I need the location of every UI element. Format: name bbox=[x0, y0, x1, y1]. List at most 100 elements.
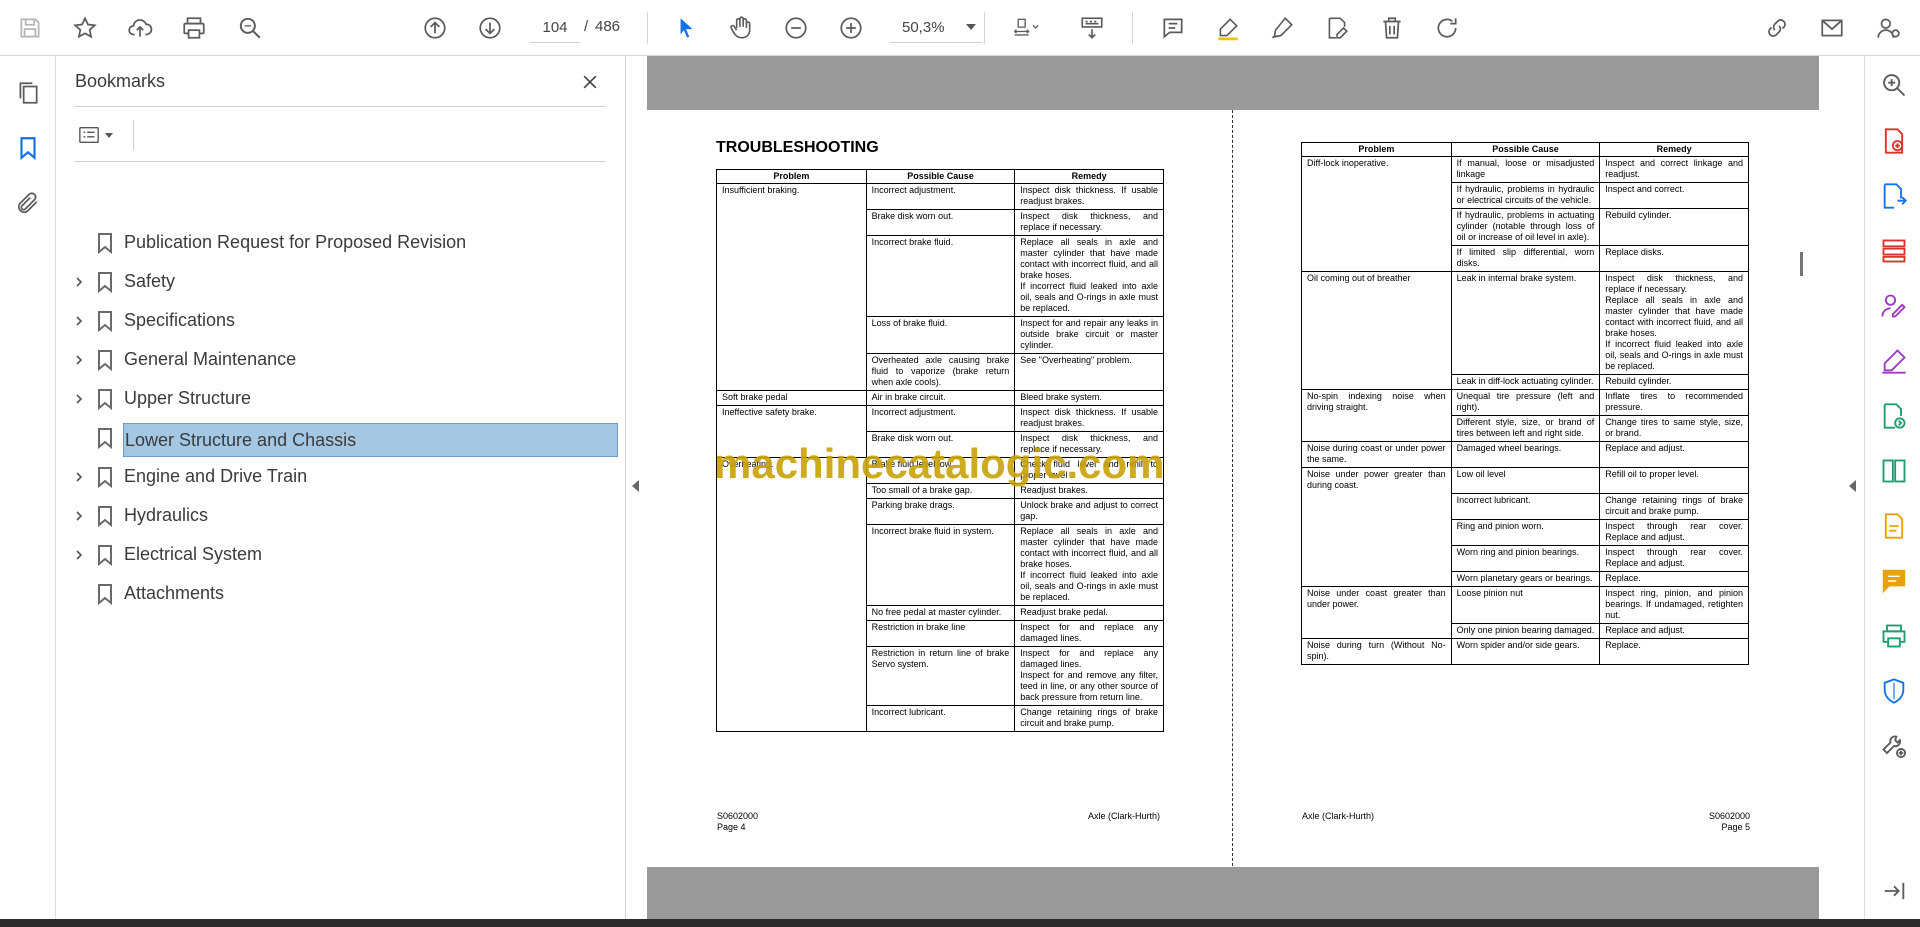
scrollbar-thumb[interactable] bbox=[1800, 252, 1803, 276]
create-pdf-icon[interactable] bbox=[1879, 126, 1909, 156]
remedy-cell: Inspect disk thickness, and replace if n… bbox=[1599, 271, 1749, 375]
problem-cell: Noise under coast greater than under pow… bbox=[1301, 585, 1452, 623]
bookmark-item-hydraulics[interactable]: Hydraulics bbox=[56, 499, 626, 533]
table-row: Worn planetary gears or bearings. Replace… bbox=[1301, 570, 1749, 587]
chevron-right-icon[interactable] bbox=[70, 273, 88, 291]
chevron-right-icon[interactable] bbox=[70, 390, 88, 408]
edit-text-icon[interactable] bbox=[1319, 10, 1355, 46]
chevron-right-icon[interactable] bbox=[70, 351, 88, 369]
edit-pdf-icon[interactable] bbox=[1879, 511, 1909, 541]
hand-tool-icon[interactable] bbox=[723, 10, 759, 46]
star-icon[interactable] bbox=[67, 10, 103, 46]
rotate-icon[interactable] bbox=[1429, 10, 1465, 46]
comment-tool-icon[interactable] bbox=[1879, 566, 1909, 596]
zoom-search-icon[interactable] bbox=[1879, 70, 1909, 100]
problem-cell: No-spin indexing noise when driving stra… bbox=[1301, 389, 1452, 416]
chevron-right-icon[interactable] bbox=[70, 507, 88, 525]
collapse-rail-icon[interactable] bbox=[1879, 876, 1909, 906]
collapse-panel-icon[interactable] bbox=[632, 480, 639, 492]
save-icon[interactable] bbox=[12, 10, 48, 46]
cause-cell: Leak in diff-lock actuating cylinder. bbox=[1450, 374, 1601, 390]
bookmark-item-lower-structure[interactable]: Lower Structure and Chassis bbox=[56, 421, 626, 457]
print-production-icon[interactable] bbox=[1879, 621, 1909, 651]
remedy-cell: Refill oil to proper level. bbox=[1599, 467, 1749, 494]
expand-tools-icon[interactable] bbox=[1849, 480, 1856, 492]
footer-code: S0602000 bbox=[1708, 811, 1750, 821]
draw-freehand-icon[interactable] bbox=[1264, 10, 1300, 46]
search-icon[interactable] bbox=[232, 10, 268, 46]
delete-icon[interactable] bbox=[1374, 10, 1410, 46]
table-row: No free pedal at master cylinder. Readjus… bbox=[716, 605, 1164, 621]
zoom-out-icon[interactable] bbox=[778, 10, 814, 46]
organize-pages-icon[interactable] bbox=[1879, 236, 1909, 266]
column-header: Possible Cause bbox=[1450, 142, 1601, 157]
bookmark-options-button[interactable] bbox=[77, 120, 123, 150]
bookmark-item-engine-drive-train[interactable]: Engine and Drive Train bbox=[56, 460, 626, 494]
panel-divider bbox=[75, 106, 605, 107]
chevron-right-icon[interactable] bbox=[70, 468, 88, 486]
table-row: Only one pinion bearing damaged. Replace … bbox=[1301, 622, 1749, 639]
table-row: Overheated axle causing brake fluid to v… bbox=[716, 353, 1164, 391]
list-options-icon bbox=[79, 126, 99, 144]
comment-icon[interactable] bbox=[1155, 10, 1191, 46]
bookmark-label: Attachments bbox=[124, 583, 225, 603]
export-pdf-icon[interactable] bbox=[1879, 181, 1909, 211]
more-tools-icon[interactable] bbox=[1879, 731, 1909, 761]
bookmark-item-publication-request[interactable]: Publication Request for Proposed Revisio… bbox=[56, 226, 626, 260]
chevron-right-icon[interactable] bbox=[70, 312, 88, 330]
remedy-cell: Replace. bbox=[1599, 637, 1749, 665]
problem-cell bbox=[1301, 545, 1452, 571]
cause-cell: If manual, loose or misadjusted linkage bbox=[1450, 156, 1601, 183]
table-row: Ring and pinion worn. Inspect through rea… bbox=[1301, 518, 1749, 546]
remedy-cell: Replace all seals in axle and master cyl… bbox=[1014, 235, 1164, 317]
share-link-icon[interactable] bbox=[1759, 10, 1795, 46]
table-row: Noise under coast greater than under pow… bbox=[1301, 585, 1749, 624]
scroll-mode-icon[interactable] bbox=[1074, 10, 1110, 46]
request-signature-icon[interactable] bbox=[1879, 291, 1909, 321]
bookmark-item-upper-structure[interactable]: Upper Structure bbox=[56, 382, 626, 416]
table-row: Incorrect brake fluid in system. Replace … bbox=[716, 524, 1164, 606]
send-review-icon[interactable] bbox=[1879, 401, 1909, 431]
email-icon[interactable] bbox=[1814, 10, 1850, 46]
bookmark-item-specifications[interactable]: Specifications bbox=[56, 304, 626, 338]
next-page-icon[interactable] bbox=[472, 10, 508, 46]
bookmark-item-general-maintenance[interactable]: General Maintenance bbox=[56, 343, 626, 377]
footer-section: Axle (Clark-Hurth) bbox=[1088, 811, 1161, 821]
protect-icon[interactable] bbox=[1879, 676, 1909, 706]
upload-cloud-icon[interactable] bbox=[122, 10, 158, 46]
zoom-value: 50,3% bbox=[902, 19, 945, 36]
bookmark-label: Upper Structure bbox=[124, 388, 252, 408]
remedy-cell: Rebuild cylinder. bbox=[1599, 374, 1749, 390]
print-icon[interactable] bbox=[176, 10, 212, 46]
bookmark-item-safety[interactable]: Safety bbox=[56, 265, 626, 299]
cause-cell: Incorrect brake fluid. bbox=[865, 235, 1016, 317]
zoom-select[interactable]: 50,3% bbox=[890, 13, 982, 43]
bookmarks-icon[interactable] bbox=[12, 132, 44, 164]
page-number-input[interactable] bbox=[530, 13, 580, 43]
select-cursor-icon[interactable] bbox=[668, 10, 704, 46]
remedy-cell: Inspect for and replace any damaged line… bbox=[1014, 646, 1164, 706]
chevron-right-icon[interactable] bbox=[70, 546, 88, 564]
fill-sign-icon[interactable] bbox=[1879, 346, 1909, 376]
remedy-cell: Rebuild cylinder. bbox=[1599, 208, 1749, 246]
table-row: Noise under power greater than during co… bbox=[1301, 467, 1749, 494]
cause-cell: No free pedal at master cylinder. bbox=[865, 605, 1016, 621]
cause-cell: Restriction in brake line bbox=[865, 620, 1016, 647]
bookmark-item-attachments[interactable]: Attachments bbox=[56, 577, 626, 611]
previous-page-icon[interactable] bbox=[417, 10, 453, 46]
bookmark-item-electrical-system[interactable]: Electrical System bbox=[56, 538, 626, 572]
pages-thumbnails-icon[interactable] bbox=[12, 77, 44, 109]
table-row: Incorrect lubricant. Change retaining rin… bbox=[716, 705, 1164, 732]
remedy-cell: Change tires to same style, size, or bra… bbox=[1599, 415, 1749, 442]
remedy-cell: Readjust brake pedal. bbox=[1014, 605, 1164, 621]
attachments-icon[interactable] bbox=[12, 187, 44, 219]
highlight-pen-icon[interactable] bbox=[1210, 10, 1246, 46]
account-icon[interactable] bbox=[1870, 10, 1906, 46]
table-row: Incorrect brake fluid. Replace all seals … bbox=[716, 235, 1164, 317]
table-row: Incorrect lubricant. Change retaining rin… bbox=[1301, 492, 1749, 520]
compare-files-icon[interactable] bbox=[1879, 456, 1909, 486]
zoom-in-icon[interactable] bbox=[833, 10, 869, 46]
fit-page-icon[interactable] bbox=[1002, 10, 1050, 46]
close-icon[interactable] bbox=[576, 68, 604, 96]
problem-cell bbox=[716, 209, 867, 236]
